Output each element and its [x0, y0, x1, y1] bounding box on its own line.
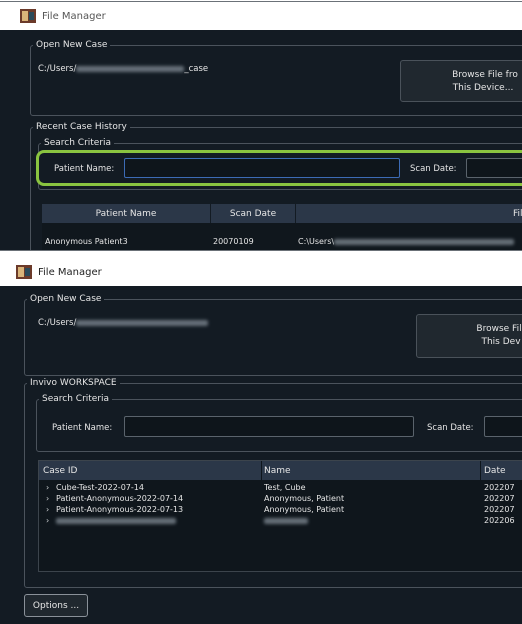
- window-title: File Manager: [42, 10, 106, 22]
- app-icon: [16, 265, 32, 279]
- table-row[interactable]: Anonymous Patient3 20070109 C:\Users\: [42, 223, 522, 250]
- title-bar: File Manager: [0, 2, 522, 30]
- redacted-name: [264, 517, 308, 524]
- scan-date-label: Scan Date:: [410, 164, 457, 174]
- redacted-path: [76, 319, 209, 326]
- redacted-path: [334, 238, 515, 245]
- column-header-file[interactable]: File: [296, 204, 522, 223]
- patient-name-label: Patient Name:: [54, 164, 115, 174]
- case-directory-path: C:/Users/_case: [38, 64, 209, 74]
- row-date: 202207: [484, 494, 515, 503]
- open-new-case-legend: Open New Case: [36, 40, 108, 50]
- column-header-scan-date[interactable]: Scan Date: [211, 204, 295, 223]
- row-name: [264, 516, 308, 525]
- column-header-case-id[interactable]: Case ID: [39, 461, 261, 480]
- chevron-right-icon[interactable]: ›: [46, 483, 56, 492]
- redacted-path: [76, 65, 185, 72]
- search-criteria-legend: Search Criteria: [42, 394, 110, 404]
- row-name: Anonymous, Patient: [264, 505, 345, 514]
- row-name: Test, Cube: [264, 483, 306, 492]
- patient-name-input[interactable]: [124, 158, 400, 178]
- scan-date-input[interactable]: [484, 416, 522, 437]
- column-header-date[interactable]: Date: [481, 461, 522, 480]
- row-file-path: C:\Users\: [298, 237, 515, 246]
- browse-file-button[interactable]: Browse Fil This Dev: [416, 314, 522, 358]
- open-new-case-legend: Open New Case: [30, 294, 102, 304]
- column-header-patient-name[interactable]: Patient Name: [42, 204, 210, 223]
- redacted-case-id: [56, 517, 176, 524]
- list-item[interactable]: › Patient-Anonymous-2022-07-13: [46, 505, 183, 514]
- chevron-right-icon[interactable]: ›: [46, 494, 56, 503]
- invivo-workspace-legend: Invivo WORKSPACE: [30, 378, 117, 388]
- file-manager-window-top: File Manager Open New Case C:/Users/_cas…: [0, 2, 522, 250]
- list-item[interactable]: ›: [46, 516, 176, 525]
- chevron-right-icon[interactable]: ›: [46, 505, 56, 514]
- case-directory-path: C:/Users/: [38, 318, 209, 328]
- row-date: 202207: [484, 483, 515, 492]
- row-date: 202206: [484, 516, 515, 525]
- scan-date-input[interactable]: [466, 158, 522, 178]
- list-item[interactable]: › Patient-Anonymous-2022-07-14: [46, 494, 183, 503]
- file-manager-window-bottom: File Manager Open New Case C:/Users/ Bro…: [0, 258, 522, 624]
- title-bar: File Manager: [0, 258, 522, 286]
- patient-name-input[interactable]: [124, 416, 414, 437]
- app-icon: [20, 9, 36, 23]
- row-name: Anonymous, Patient: [264, 494, 345, 503]
- row-patient-name: Anonymous Patient3: [45, 237, 128, 246]
- options-button[interactable]: Options ...: [24, 594, 88, 617]
- list-item[interactable]: › Cube-Test-2022-07-14: [46, 483, 144, 492]
- chevron-right-icon[interactable]: ›: [46, 516, 56, 525]
- column-header-name[interactable]: Name: [262, 461, 480, 480]
- row-scan-date: 20070109: [213, 237, 254, 246]
- recent-case-history-legend: Recent Case History: [36, 122, 127, 132]
- window-title: File Manager: [38, 266, 102, 278]
- patient-name-label: Patient Name:: [52, 423, 113, 433]
- row-date: 202207: [484, 505, 515, 514]
- search-criteria-legend: Search Criteria: [44, 138, 112, 148]
- browse-file-button[interactable]: Browse File fro This Device...: [400, 60, 522, 102]
- scan-date-label: Scan Date:: [427, 423, 474, 433]
